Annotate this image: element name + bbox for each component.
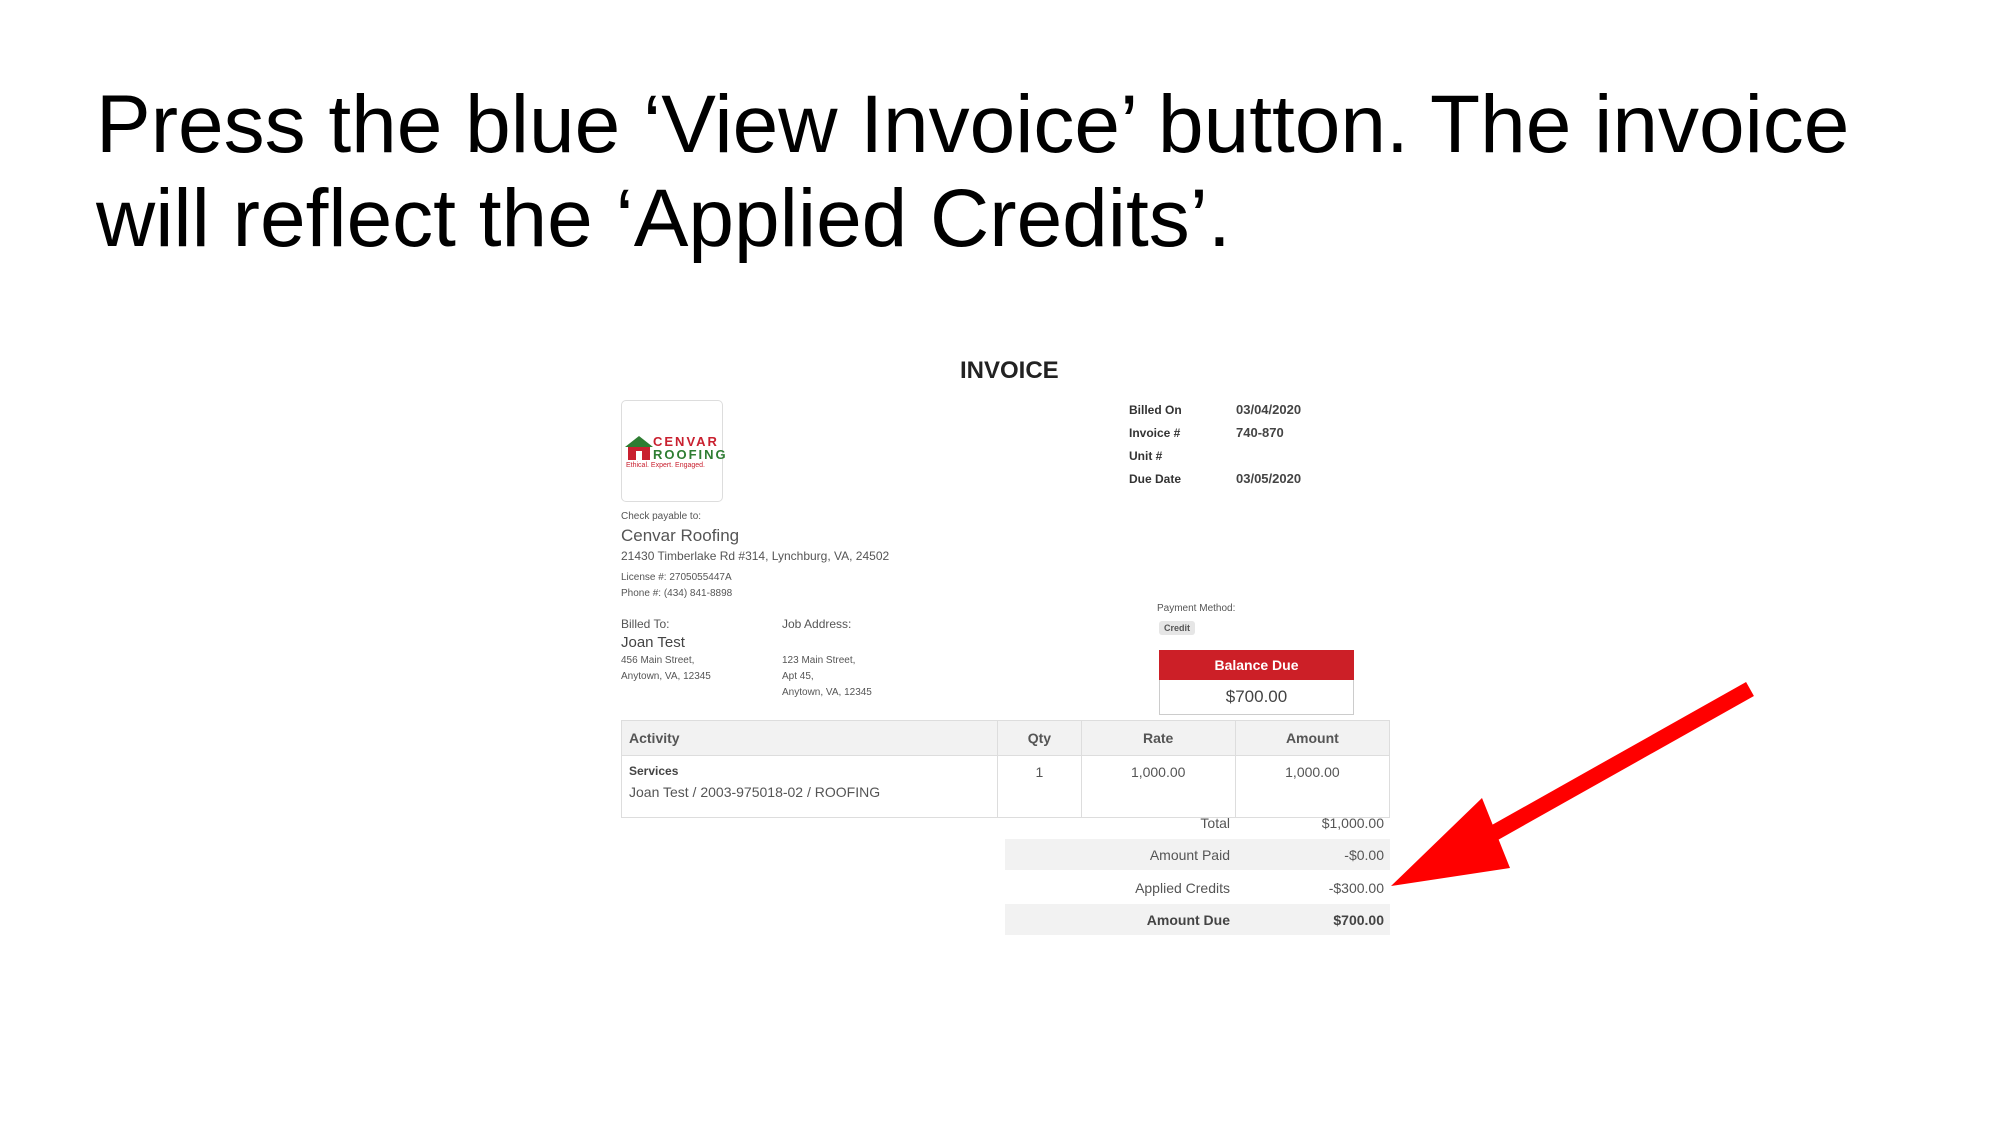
red-arrow-pointer: [1391, 682, 1754, 886]
